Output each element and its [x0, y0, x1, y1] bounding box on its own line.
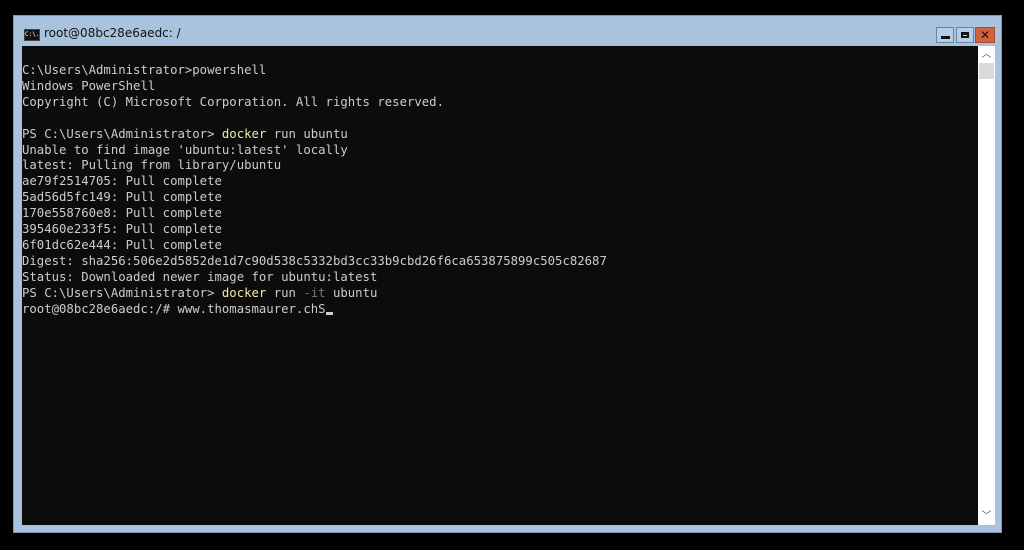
console-line: 5ad56d5fc149: Pull complete: [22, 190, 978, 206]
output-text: Status: Downloaded newer image for ubunt…: [22, 269, 378, 284]
output-text: latest: Pulling from library/ubuntu: [22, 158, 282, 173]
output-text: Unable to find image 'ubuntu:latest' loc…: [22, 142, 348, 157]
console-line: 6f01dc62e444: Pull complete: [22, 238, 978, 254]
console-line: latest: Pulling from library/ubuntu: [22, 158, 978, 174]
output-text: 6f01dc62e444: Pull complete: [22, 237, 222, 252]
output-text: 5ad56d5fc149: Pull complete: [22, 190, 222, 205]
console-line: Copyright (C) Microsoft Corporation. All…: [22, 95, 978, 111]
console-line: Digest: sha256:506e2d5852de1d7c90d538c53…: [22, 254, 978, 270]
prompt: PS C:\Users\Administrator>: [22, 285, 222, 300]
output-text: ae79f2514705: Pull complete: [22, 174, 222, 189]
console-line: PS C:\Users\Administrator> docker run ub…: [22, 127, 978, 143]
command-args: run: [266, 285, 304, 300]
scrollbar-thumb[interactable]: [979, 63, 994, 79]
console-line: root@08bc28e6aedc:/# www.thomasmaurer.ch…: [22, 302, 978, 318]
close-icon: ✕: [979, 28, 991, 42]
console-line: 170e558760e8: Pull complete: [22, 206, 978, 222]
scroll-up-button[interactable]: ︿: [978, 46, 995, 63]
output-text: C:\Users\Administrator>powershell: [22, 63, 267, 77]
console-line: Windows PowerShell: [22, 79, 978, 95]
maximize-button[interactable]: [956, 27, 974, 43]
output-text: Digest: sha256:506e2d5852de1d7c90d538c53…: [22, 253, 607, 268]
console-line: 395460e233f5: Pull complete: [22, 222, 978, 238]
command-parameter: -it: [303, 285, 326, 300]
window-title: root@08bc28e6aedc: /: [44, 26, 181, 40]
output-text: root@08bc28e6aedc:/# www.thomasmaurer.ch…: [22, 301, 326, 316]
chevron-down-icon: ﹀: [981, 511, 992, 522]
close-button[interactable]: ✕: [975, 27, 995, 43]
console-line: Status: Downloaded newer image for ubunt…: [22, 270, 978, 286]
scroll-down-button[interactable]: ﹀: [978, 508, 995, 525]
console-line: Unable to find image 'ubuntu:latest' loc…: [22, 143, 978, 159]
command: docker: [221, 285, 267, 300]
console-text: C:\Users\Administrator>powershell Windows…: [22, 46, 978, 318]
console-line: C:\Users\Administrator>powershell: [22, 63, 978, 79]
command-args: run ubuntu: [266, 126, 348, 141]
output-text: Copyright (C) Microsoft Corporation. All…: [22, 94, 444, 109]
minimize-button[interactable]: [936, 27, 954, 43]
console-icon: C:\.: [24, 29, 40, 41]
title-bar[interactable]: C:\. root@08bc28e6aedc: / ✕: [14, 16, 1001, 46]
command-args: ubuntu: [325, 285, 378, 300]
minimize-icon: [940, 35, 950, 39]
console-line: ae79f2514705: Pull complete: [22, 174, 978, 190]
command: docker: [221, 126, 267, 141]
console-line: PS C:\Users\Administrator> docker run -i…: [22, 286, 978, 302]
output-text: 170e558760e8: Pull complete: [22, 206, 222, 221]
chevron-up-icon: ︿: [981, 49, 992, 60]
console-window: C:\. root@08bc28e6aedc: / ✕ C:\Users\Adm…: [13, 15, 1002, 533]
console-output[interactable]: C:\Users\Administrator>powershell Windows…: [22, 46, 978, 525]
vertical-scrollbar[interactable]: ︿ ﹀: [978, 46, 995, 525]
output-text: Windows PowerShell: [22, 78, 156, 93]
prompt: PS C:\Users\Administrator>: [22, 126, 222, 141]
output-text: 395460e233f5: Pull complete: [22, 222, 222, 237]
text-cursor: [325, 311, 333, 315]
maximize-icon: [961, 32, 969, 38]
